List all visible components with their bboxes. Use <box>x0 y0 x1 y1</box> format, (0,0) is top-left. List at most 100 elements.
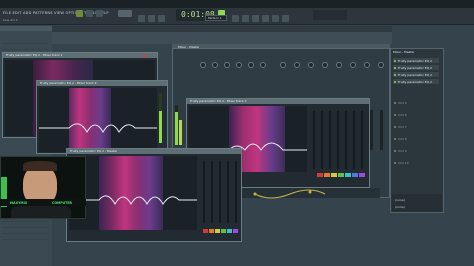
band-2-button[interactable] <box>324 173 330 177</box>
band-4-button[interactable] <box>221 229 226 233</box>
slot-2[interactable]: Fruity parametric EQ 2 <box>393 65 439 70</box>
slot-enabled-icon[interactable] <box>394 59 396 62</box>
countdown-icon[interactable] <box>158 15 165 22</box>
band-4-button[interactable] <box>338 173 344 177</box>
slot-10[interactable]: Slot 10 <box>393 160 439 165</box>
slot-enabled-icon[interactable] <box>394 149 396 152</box>
pan-knob[interactable] <box>224 62 230 68</box>
eq-window-titlebar[interactable]: Fruity parametric EQ 2 - Mixer track 2 <box>37 81 167 86</box>
band-slider[interactable] <box>219 161 221 223</box>
browser-item[interactable] <box>2 236 48 240</box>
band-1-button[interactable] <box>317 173 323 177</box>
pan-knob[interactable] <box>350 62 356 68</box>
eq-curve <box>39 123 157 134</box>
pan-knob[interactable] <box>336 62 342 68</box>
play-icon[interactable] <box>76 10 83 17</box>
band-slider[interactable] <box>227 161 229 223</box>
band-slider[interactable] <box>313 111 315 169</box>
slot-7[interactable]: Slot 7 <box>393 124 439 129</box>
news-panel <box>313 10 347 20</box>
band-slider[interactable] <box>235 161 237 223</box>
eq-display[interactable] <box>69 156 197 230</box>
browser-item[interactable] <box>2 40 48 44</box>
slot-1[interactable]: Fruity parametric EQ 2 <box>393 58 439 63</box>
eq-window-titlebar[interactable]: Fruity parametric EQ 2 - Master <box>67 149 241 154</box>
browser-icon[interactable] <box>272 15 279 22</box>
band-slider[interactable] <box>329 111 331 169</box>
band-5-button[interactable] <box>227 229 232 233</box>
slot-label: Fruity parametric EQ 2 <box>398 66 432 70</box>
band-3-button[interactable] <box>215 229 220 233</box>
slot-6[interactable]: Slot 6 <box>393 112 439 117</box>
band-slider[interactable] <box>361 111 363 169</box>
slot-enabled-icon[interactable] <box>394 80 396 83</box>
band-slider[interactable] <box>353 111 355 169</box>
pan-knob[interactable] <box>308 62 314 68</box>
metronome-icon[interactable] <box>138 15 145 22</box>
pan-knob[interactable] <box>364 62 370 68</box>
pan-knob[interactable] <box>248 62 254 68</box>
record-icon[interactable] <box>96 10 103 17</box>
pan-knob[interactable] <box>200 62 206 68</box>
pan-knob[interactable] <box>260 62 266 68</box>
band-2-button[interactable] <box>209 229 214 233</box>
band-slider[interactable] <box>211 161 213 223</box>
plugin-picker-icon[interactable] <box>282 15 289 22</box>
slot-5[interactable]: Slot 5 <box>393 100 439 105</box>
band-slider[interactable] <box>203 161 205 223</box>
channel-rack-icon[interactable] <box>252 15 259 22</box>
mixer-icon[interactable] <box>262 15 269 22</box>
eq-window-title: Fruity parametric EQ 2 - Mixer track 2 <box>40 81 97 85</box>
slot-enabled-icon[interactable] <box>394 125 396 128</box>
slot-9[interactable]: Slot 9 <box>393 148 439 153</box>
pan-knob[interactable] <box>236 62 242 68</box>
playlist-icon[interactable] <box>232 15 239 22</box>
browser-item[interactable] <box>2 46 48 50</box>
band-6-button[interactable] <box>233 229 238 233</box>
pan-knob[interactable] <box>322 62 328 68</box>
slot-4[interactable]: Fruity parametric EQ 2 <box>393 79 439 84</box>
eq-window-titlebar[interactable]: Fruity parametric EQ 2 - Mixer track 1 <box>3 53 157 58</box>
fader[interactable] <box>370 110 373 150</box>
browser-item[interactable] <box>2 224 48 228</box>
slot-enabled-icon[interactable] <box>394 113 396 116</box>
fader[interactable] <box>380 110 383 150</box>
slots-header: Mixer - Master <box>393 50 415 54</box>
tempo-display[interactable] <box>118 10 132 17</box>
close-icon[interactable] <box>143 55 147 57</box>
pan-knob[interactable] <box>378 62 384 68</box>
eq-display[interactable] <box>39 88 157 152</box>
slot-8[interactable]: Slot 8 <box>393 136 439 141</box>
webcam-overlay <box>0 156 86 219</box>
band-slider[interactable] <box>321 111 323 169</box>
band-7-button[interactable] <box>359 173 365 177</box>
band-1-button[interactable] <box>203 229 208 233</box>
pan-knob[interactable] <box>294 62 300 68</box>
piano-roll-icon[interactable] <box>242 15 249 22</box>
band-slider[interactable] <box>345 111 347 169</box>
band-slider[interactable] <box>337 111 339 169</box>
slot-enabled-icon[interactable] <box>394 161 396 164</box>
wait-icon[interactable] <box>148 15 155 22</box>
eq-window-2[interactable]: Fruity parametric EQ 2 - Mixer track 2 <box>36 80 168 154</box>
eq-window-titlebar[interactable]: Fruity parametric EQ 2 - Mixer track 3 <box>187 99 369 104</box>
eq-slot-footer[interactable]: (none) <box>395 198 405 202</box>
band-5-button[interactable] <box>345 173 351 177</box>
webcam-left-label: MAXYMIX <box>10 201 28 205</box>
browser-item[interactable] <box>2 230 48 234</box>
slot-enabled-icon[interactable] <box>394 73 396 76</box>
pan-knob[interactable] <box>212 62 218 68</box>
slot-label: Slot 10 <box>398 161 409 165</box>
band-3-button[interactable] <box>331 173 337 177</box>
eq-window-title: Fruity parametric EQ 2 - Master <box>70 149 118 153</box>
stop-icon[interactable] <box>86 10 93 17</box>
slot-enabled-icon[interactable] <box>394 66 396 69</box>
link-slot-footer[interactable]: (none) <box>395 205 405 209</box>
slot-3[interactable]: Fruity parametric EQ 2 <box>393 72 439 77</box>
band-6-button[interactable] <box>352 173 358 177</box>
eq-window-4[interactable]: Fruity parametric EQ 2 - Master <box>66 148 242 242</box>
slot-enabled-icon[interactable] <box>394 101 396 104</box>
pan-knob[interactable] <box>280 62 286 68</box>
slot-label: Slot 5 <box>398 101 407 105</box>
slot-enabled-icon[interactable] <box>394 137 396 140</box>
